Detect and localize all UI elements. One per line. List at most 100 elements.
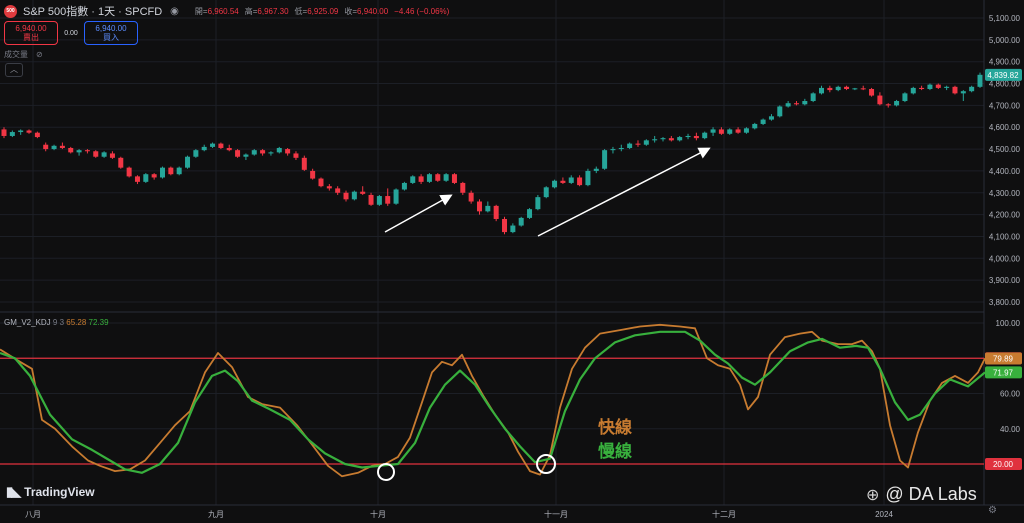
candle-body bbox=[844, 86, 850, 89]
candle-body bbox=[109, 153, 115, 158]
candle-body bbox=[368, 194, 374, 205]
candle-body bbox=[535, 197, 541, 210]
candle-body bbox=[593, 168, 599, 171]
candle-body bbox=[151, 174, 157, 178]
candle-body bbox=[902, 93, 908, 102]
candle-body bbox=[518, 217, 524, 226]
candle-body bbox=[260, 150, 266, 154]
candle-body bbox=[168, 167, 174, 175]
d-value: 72.39 bbox=[88, 318, 109, 327]
candle-body bbox=[543, 187, 549, 198]
candle-body bbox=[718, 129, 724, 134]
candle-body bbox=[43, 144, 49, 150]
candle-body bbox=[59, 145, 65, 148]
price-tick-label: 4,300.00 bbox=[989, 189, 1021, 198]
candle-body bbox=[527, 209, 533, 218]
candle-body bbox=[34, 132, 40, 138]
candle-body bbox=[268, 152, 274, 154]
candle-body bbox=[76, 150, 82, 153]
candle-body bbox=[410, 176, 416, 183]
price-tick-label: 3,800.00 bbox=[989, 298, 1021, 307]
volume-legend[interactable]: 成交量 ⊘ bbox=[4, 49, 43, 60]
candle-body bbox=[702, 132, 708, 139]
candle-body bbox=[635, 143, 641, 145]
candle-body bbox=[351, 191, 357, 200]
time-tick-label: 十月 bbox=[370, 509, 386, 519]
candle-body bbox=[218, 143, 224, 148]
candle-body bbox=[435, 174, 441, 181]
indicator-tick-label: 100.00 bbox=[996, 319, 1021, 328]
candle-body bbox=[443, 174, 449, 181]
candle-body bbox=[602, 150, 608, 169]
candle-body bbox=[552, 180, 558, 188]
candle-body bbox=[126, 167, 132, 177]
price-tick-label: 4,900.00 bbox=[989, 58, 1021, 67]
candle-body bbox=[18, 130, 24, 133]
candle-body bbox=[618, 147, 624, 150]
gear-icon[interactable]: ⚙ bbox=[988, 505, 997, 516]
candle-body bbox=[293, 153, 299, 158]
time-tick-label: 十二月 bbox=[712, 509, 736, 519]
symbol-title[interactable]: S&P 500指數 · 1天 · SPCFD bbox=[23, 3, 162, 19]
candle-body bbox=[810, 93, 816, 102]
candle-body bbox=[460, 182, 466, 193]
candle-body bbox=[159, 167, 165, 178]
level-tag: 79.89 bbox=[993, 354, 1014, 363]
buy-label: 買入 bbox=[103, 33, 119, 42]
chart-canvas[interactable]: 5,100.00 5,000.00 4,900.00 4,800.00 4,700.00… bbox=[0, 0, 1024, 523]
candle-body bbox=[960, 91, 966, 94]
buy-price: 6,940.00 bbox=[95, 24, 127, 33]
candle-body bbox=[1, 129, 7, 136]
candle-body bbox=[727, 129, 733, 134]
candle-body bbox=[668, 138, 674, 141]
eye-icon[interactable]: ◉ bbox=[170, 6, 179, 17]
eye-off-icon[interactable]: ⊘ bbox=[36, 50, 43, 59]
candle-body bbox=[919, 87, 925, 89]
candle-body bbox=[201, 146, 207, 151]
indicator-params: 9 3 bbox=[52, 318, 65, 327]
chevron-up-icon[interactable]: ︿ bbox=[5, 63, 23, 77]
price-tick-label: 4,700.00 bbox=[989, 101, 1021, 110]
sell-button[interactable]: 6,940.00 賣出 bbox=[4, 21, 58, 45]
candlestick-series bbox=[1, 72, 983, 235]
tradingview-logo[interactable]: ▮◣ TradingView bbox=[6, 484, 95, 500]
price-axis[interactable]: 5,100.00 5,000.00 4,900.00 4,800.00 4,700.00… bbox=[989, 14, 1021, 307]
time-tick-label: 九月 bbox=[208, 510, 224, 519]
candle-body bbox=[335, 188, 341, 193]
candle-body bbox=[251, 150, 257, 155]
diamond-logo-icon: ⊕ bbox=[866, 486, 880, 504]
candle-body bbox=[735, 129, 741, 133]
fast-line-annotation: 快線 bbox=[598, 418, 632, 437]
price-tick-label: 4,000.00 bbox=[989, 254, 1021, 263]
candle-body bbox=[802, 101, 808, 105]
watermark-text: @ DA Labs bbox=[885, 484, 977, 504]
candle-body bbox=[418, 176, 424, 182]
candle-body bbox=[577, 177, 583, 186]
candle-body bbox=[819, 87, 825, 94]
indicator-axis[interactable]: 100.0080.0060.0040.0020.00 bbox=[996, 319, 1021, 469]
price-tick-label: 3,900.00 bbox=[989, 276, 1021, 285]
candle-body bbox=[894, 101, 900, 106]
candle-body bbox=[743, 128, 749, 133]
candle-body bbox=[84, 150, 90, 152]
candle-body bbox=[885, 104, 891, 106]
time-axis[interactable]: 八月 九月 十月 十一月 十二月 2024 bbox=[25, 509, 893, 519]
candle-body bbox=[969, 86, 975, 92]
candle-body bbox=[952, 86, 958, 94]
buy-button[interactable]: 6,940.00 買入 bbox=[84, 21, 138, 45]
ohlc-item: 高=6,967.30 bbox=[244, 6, 289, 16]
candle-body bbox=[9, 132, 15, 136]
candle-body bbox=[502, 218, 508, 233]
candle-body bbox=[835, 86, 841, 91]
indicator-legend[interactable]: GM_V2_KDJ 9 3 65.28 72.39 bbox=[4, 318, 109, 327]
time-tick-label: 八月 bbox=[25, 510, 41, 519]
candle-body bbox=[343, 192, 349, 200]
slow-line-annotation: 慢線 bbox=[598, 442, 632, 461]
candle-body bbox=[877, 95, 883, 105]
candle-body bbox=[385, 196, 391, 204]
candle-body bbox=[176, 167, 182, 175]
candle-body bbox=[285, 149, 291, 154]
candle-body bbox=[118, 157, 124, 168]
symbol-header[interactable]: 500 S&P 500指數 · 1天 · SPCFD ◉ 開=6,960.54 高… bbox=[4, 3, 455, 19]
time-tick-label: 2024 bbox=[875, 510, 893, 519]
